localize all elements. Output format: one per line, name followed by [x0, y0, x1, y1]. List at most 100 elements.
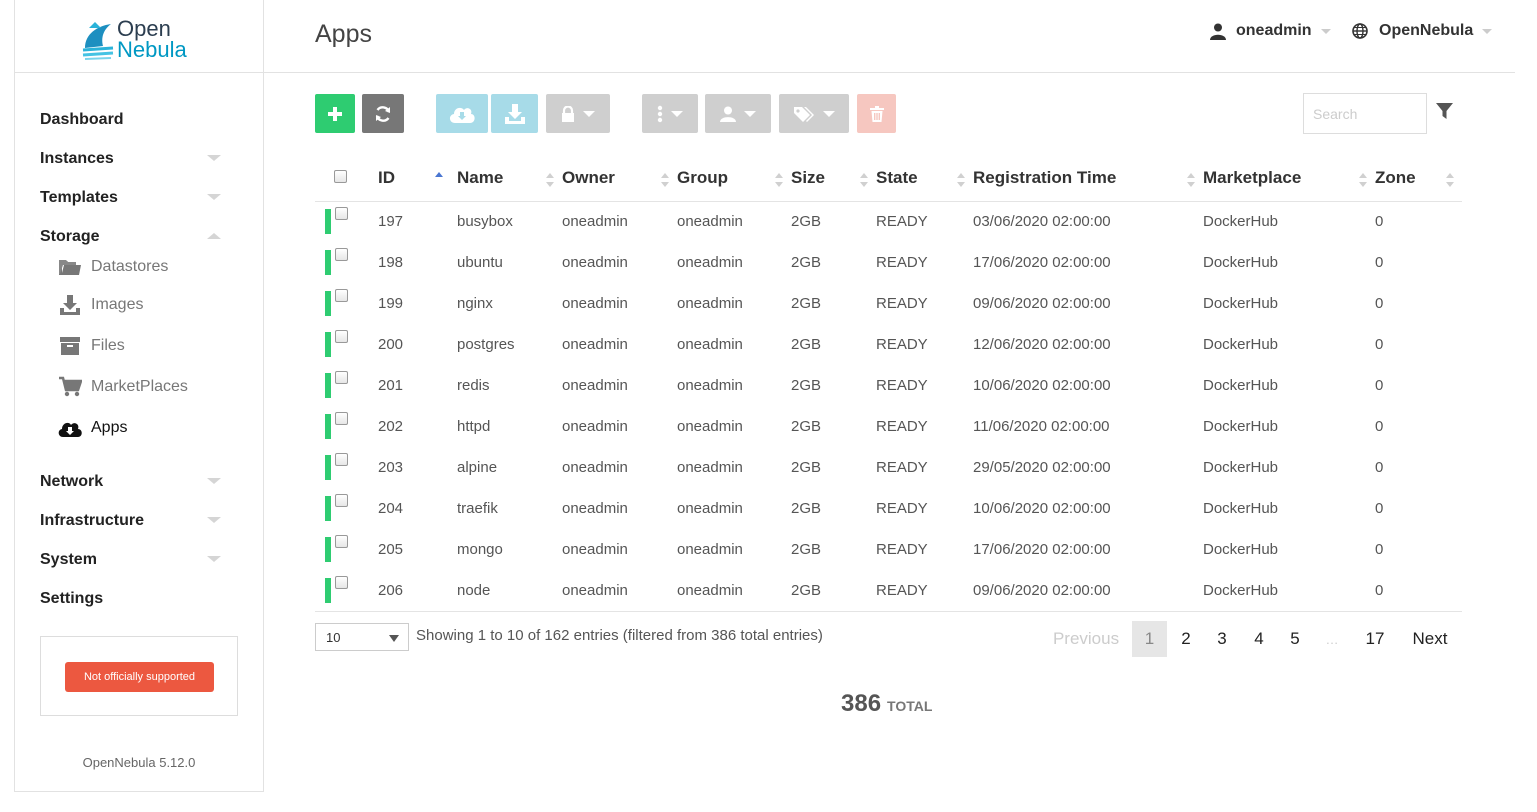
pagination-page-1[interactable]: 1	[1132, 621, 1167, 657]
cell-name: traefik	[457, 500, 498, 517]
pagination-page-2[interactable]: 2	[1176, 621, 1196, 657]
support-badge[interactable]: Not officially supported	[65, 662, 214, 692]
chevron-down-icon	[207, 517, 221, 523]
row-select-cell	[315, 201, 378, 242]
pagination-page-5[interactable]: 5	[1285, 621, 1305, 657]
status-indicator	[325, 332, 331, 357]
table-row[interactable]: 202 httpd oneadmin oneadmin 2GB READY 11/06/20…	[315, 406, 1462, 447]
table-row[interactable]: 204 traefik oneadmin oneadmin 2GB READY 10/06/…	[315, 488, 1462, 529]
table-row[interactable]: 197 busybox oneadmin oneadmin 2GB READY 03/06/…	[315, 201, 1462, 242]
sort-both-icon	[1446, 173, 1454, 187]
sort-both-icon	[1359, 173, 1367, 187]
column-header-id[interactable]: ID	[378, 156, 457, 202]
change-owner-button[interactable]	[705, 94, 771, 133]
row-checkbox[interactable]	[335, 371, 348, 384]
cell-size: 2GB	[791, 213, 822, 231]
sidebar-item-apps[interactable]: Apps	[15, 407, 263, 448]
cloud-download-button[interactable]	[436, 94, 488, 133]
sidebar-item-files[interactable]: Files	[15, 325, 263, 366]
cell-registration-time: 12/06/2020 02:00:00	[973, 336, 1111, 353]
table-row[interactable]: 200 postgres oneadmin oneadmin 2GB READY 12/06…	[315, 324, 1462, 365]
row-select-cell	[315, 324, 378, 365]
row-checkbox[interactable]	[335, 330, 348, 343]
sidebar-item-label: System	[40, 550, 97, 568]
sidebar-item-settings[interactable]: Settings	[15, 579, 263, 618]
sidebar-item-storage[interactable]: Storage	[15, 217, 263, 256]
delete-button[interactable]	[857, 94, 896, 133]
cell-registration-time: 10/06/2020 02:00:00	[973, 377, 1111, 394]
user-menu[interactable]: oneadmin	[1210, 22, 1331, 40]
zone-menu[interactable]: OpenNebula	[1352, 22, 1493, 40]
column-header-marketplace[interactable]: Marketplace	[1203, 156, 1375, 202]
sidebar-item-dashboard[interactable]: Dashboard	[15, 100, 263, 139]
select-all-checkbox-cell[interactable]	[315, 156, 378, 202]
opennebula-logo[interactable]: Open Nebula	[81, 18, 187, 61]
cell-state: READY	[876, 500, 928, 517]
sidebar-item-images[interactable]: Images	[15, 284, 263, 325]
row-checkbox[interactable]	[335, 535, 348, 548]
pagination-ellipsis: …	[1325, 631, 1339, 647]
row-checkbox[interactable]	[335, 289, 348, 302]
cell-registration-time: 09/06/2020 02:00:00	[973, 570, 1203, 612]
total-label: TOTAL	[887, 698, 933, 714]
table-row[interactable]: 199 nginx oneadmin oneadmin 2GB READY 09/06/20…	[315, 283, 1462, 324]
apps-table-container: ID Name Owner Group Size State Registrat…	[315, 156, 1462, 612]
cell-registration-time: 09/06/2020 02:00:00	[973, 295, 1111, 312]
table-row[interactable]: 198 ubuntu oneadmin oneadmin 2GB READY 17/06/2…	[315, 242, 1462, 283]
column-header-group[interactable]: Group	[677, 156, 791, 202]
row-checkbox[interactable]	[335, 453, 348, 466]
create-button[interactable]	[315, 94, 355, 133]
tags-icon	[794, 106, 814, 122]
sidebar-item-instances[interactable]: Instances	[15, 139, 263, 178]
row-checkbox[interactable]	[335, 248, 348, 261]
refresh-button[interactable]	[362, 94, 404, 133]
cell-zone: 0	[1375, 254, 1384, 271]
table-body: 197 busybox oneadmin oneadmin 2GB READY 03/06/…	[315, 201, 1462, 612]
cell-id: 200	[378, 336, 404, 353]
table-row[interactable]: 201 redis oneadmin oneadmin 2GB READY 10/06/20…	[315, 365, 1462, 406]
column-header-state[interactable]: State	[876, 156, 973, 202]
table-row[interactable]: 203 alpine oneadmin oneadmin 2GB READY 29/05/2…	[315, 447, 1462, 488]
cell-group: oneadmin	[677, 254, 743, 271]
pagination-page-4[interactable]: 4	[1249, 621, 1269, 657]
export-button[interactable]	[491, 94, 538, 133]
pagination-previous[interactable]: Previous	[1053, 621, 1119, 657]
chevron-down-icon	[207, 194, 221, 200]
cell-owner: oneadmin	[562, 570, 677, 612]
labels-button[interactable]	[779, 94, 849, 133]
column-header-registration-time[interactable]: Registration Time	[973, 156, 1203, 202]
column-header-size[interactable]: Size	[791, 156, 876, 202]
search-input[interactable]	[1303, 93, 1427, 134]
more-actions-button[interactable]	[642, 94, 698, 133]
sidebar-item-marketplaces[interactable]: MarketPlaces	[15, 366, 263, 407]
row-checkbox[interactable]	[335, 575, 348, 589]
sidebar-item-network[interactable]: Network	[15, 462, 263, 501]
pagination-page-3[interactable]: 3	[1212, 621, 1232, 657]
sidebar-item-infrastructure[interactable]: Infrastructure	[15, 501, 263, 540]
sidebar: Open Nebula Dashboard Instances Template…	[14, 0, 264, 792]
table-row[interactable]: 206 node oneadmin oneadmin 2GB READY 09/06/202…	[315, 570, 1462, 612]
nebula-logo-icon	[82, 22, 114, 60]
cell-group: oneadmin	[677, 418, 743, 435]
table-row[interactable]: 205 mongo oneadmin oneadmin 2GB READY 17/06/20…	[315, 529, 1462, 570]
column-header-owner[interactable]: Owner	[562, 156, 677, 202]
column-header-zone[interactable]: Zone	[1375, 156, 1462, 202]
cell-group: oneadmin	[677, 570, 791, 612]
pagination-next[interactable]: Next	[1408, 621, 1452, 657]
pagination: Previous 1 2 3 4 5 … 17 Next	[0, 621, 1537, 657]
lock-menu-button[interactable]	[546, 94, 610, 133]
user-icon	[1210, 23, 1226, 40]
cell-size: 2GB	[791, 459, 822, 476]
column-header-name[interactable]: Name	[457, 156, 562, 202]
cell-registration-time: 17/06/2020 02:00:00	[973, 541, 1111, 558]
row-checkbox[interactable]	[335, 207, 348, 221]
row-checkbox[interactable]	[335, 494, 348, 507]
row-checkbox[interactable]	[335, 412, 348, 425]
status-indicator	[325, 250, 331, 275]
filter-icon[interactable]	[1436, 103, 1453, 120]
sidebar-item-system[interactable]: System	[15, 540, 263, 579]
cell-state: READY	[876, 570, 973, 612]
sidebar-item-templates[interactable]: Templates	[15, 178, 263, 217]
pagination-page-17[interactable]: 17	[1362, 621, 1388, 657]
select-all-checkbox[interactable]	[334, 170, 347, 184]
